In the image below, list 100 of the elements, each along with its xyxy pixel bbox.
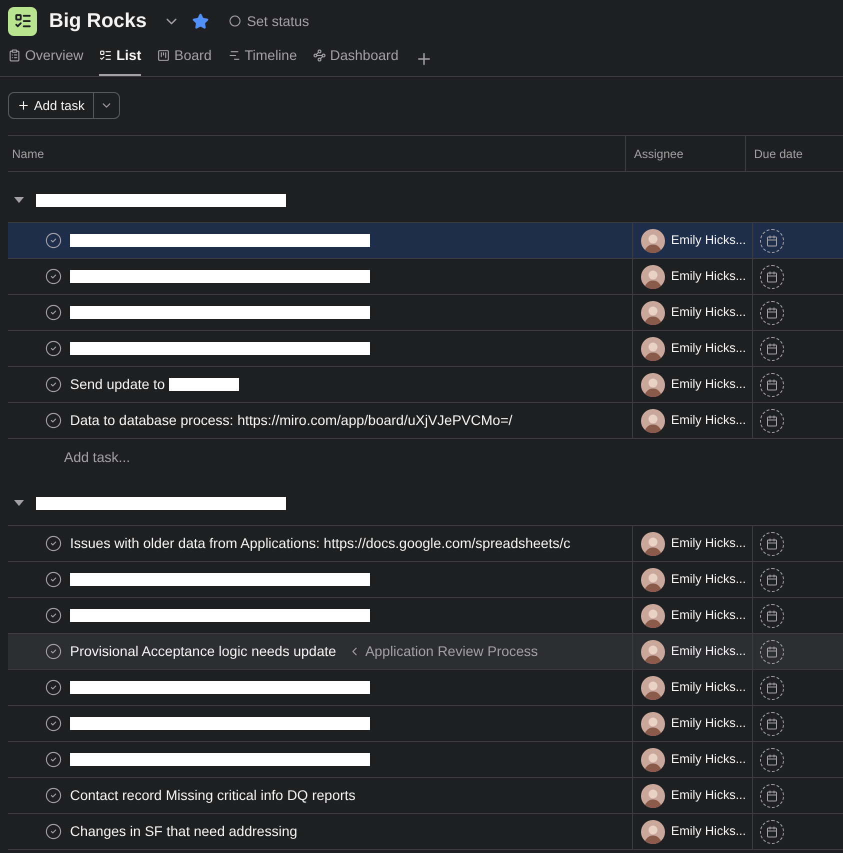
task-row[interactable]: Contact record Missing critical info DQ reports Emily Hicks... [8, 778, 843, 814]
project-icon[interactable] [8, 6, 37, 36]
calendar-icon [766, 610, 778, 622]
complete-check-icon[interactable] [45, 268, 62, 285]
complete-check-icon[interactable] [45, 571, 62, 588]
task-title[interactable]: Provisional Acceptance logic needs update [70, 641, 336, 662]
task-row[interactable]: Emily Hicks... [8, 331, 843, 367]
avatar-icon [641, 264, 665, 288]
due-date-button[interactable] [760, 372, 784, 396]
calendar-icon [766, 682, 778, 694]
add-task-link[interactable]: Add task... [64, 446, 130, 468]
task-row[interactable]: Issues with older data from Applications: https://docs.google.com/spreadsheets/c Emily Hicks... [8, 526, 843, 562]
task-row[interactable]: Send update to Emily Hicks... [8, 367, 843, 403]
avatar-icon [641, 784, 665, 808]
due-date-button[interactable] [760, 568, 784, 592]
view-tab[interactable]: Board [157, 45, 212, 76]
due-date-button[interactable] [760, 408, 784, 432]
add-task-button[interactable]: Add task [9, 93, 94, 118]
calendar-icon [766, 342, 778, 354]
complete-check-icon[interactable] [45, 340, 62, 357]
task-row[interactable]: Data to database process: https://miro.com/app/board/uXjVJePVCMo=/ Emily Hicks... [8, 403, 843, 439]
project-title: Big Rocks [49, 9, 147, 34]
task-row[interactable]: Emily Hicks... [8, 706, 843, 742]
assignee-name[interactable]: Emily Hicks... [671, 642, 746, 661]
assignee-name[interactable]: Emily Hicks... [671, 231, 746, 250]
task-row[interactable]: Changes in SF that need addressing Emily Hicks... [8, 814, 843, 850]
star-icon[interactable] [192, 12, 209, 30]
task-title[interactable]: Changes in SF that need addressing [70, 821, 298, 842]
set-status-button[interactable]: Set status [228, 10, 310, 32]
complete-check-icon[interactable] [45, 607, 62, 624]
due-date-button[interactable] [760, 264, 784, 288]
task-row[interactable]: Emily Hicks... [8, 562, 843, 598]
column-header[interactable]: Name [12, 144, 44, 162]
calendar-icon [766, 826, 778, 838]
due-date-button[interactable] [760, 336, 784, 360]
assignee-name[interactable]: Emily Hicks... [671, 714, 746, 733]
avatar-icon [641, 820, 665, 844]
complete-check-icon[interactable] [45, 412, 62, 429]
complete-check-icon[interactable] [45, 715, 62, 732]
task-title[interactable]: Issues with older data from Applications: https://docs.google.com/spreadsheets/c [70, 533, 570, 554]
assignee-name[interactable]: Emily Hicks... [671, 411, 746, 430]
task-row[interactable]: Emily Hicks... [8, 295, 843, 331]
complete-check-icon[interactable] [45, 304, 62, 321]
assignee-name[interactable]: Emily Hicks... [671, 303, 746, 322]
assignee-name[interactable]: Emily Hicks... [671, 534, 746, 553]
view-tab[interactable]: List [99, 45, 142, 76]
column-header[interactable]: Due date [754, 144, 803, 162]
complete-check-icon[interactable] [45, 823, 62, 840]
due-date-button[interactable] [760, 532, 784, 556]
collapse-triangle-icon[interactable] [14, 500, 24, 506]
task-row[interactable]: Emily Hicks... [8, 259, 843, 295]
board-icon [157, 49, 170, 62]
avatar-icon [641, 300, 665, 324]
calendar-icon [766, 234, 778, 246]
task-title[interactable]: Data to database process: https://miro.com/app/board/uXjVJePVCMo=/ [70, 410, 512, 431]
complete-check-icon[interactable] [45, 232, 62, 249]
due-date-button[interactable] [760, 604, 784, 628]
view-tab[interactable]: Timeline [228, 45, 297, 76]
due-date-button[interactable] [760, 748, 784, 772]
avatar-icon [641, 712, 665, 736]
nodes-icon [313, 49, 326, 62]
complete-check-icon[interactable] [45, 751, 62, 768]
list-icon [99, 49, 112, 62]
calendar-icon [766, 754, 778, 766]
task-row[interactable]: Emily Hicks... [8, 742, 843, 778]
task-row[interactable]: Provisional Acceptance logic needs update Application Review Process Emily Hicks... [8, 634, 843, 670]
due-date-button[interactable] [760, 820, 784, 844]
avatar-icon [641, 676, 665, 700]
due-date-button[interactable] [760, 640, 784, 664]
parent-task-link[interactable]: Application Review Process [348, 641, 538, 662]
task-row[interactable]: Emily Hicks... [8, 670, 843, 706]
assignee-name[interactable]: Emily Hicks... [671, 375, 746, 394]
task-row[interactable]: Emily Hicks... [8, 223, 843, 259]
task-title[interactable]: Contact record Missing critical info DQ reports [70, 785, 356, 806]
assignee-name[interactable]: Emily Hicks... [671, 606, 746, 625]
due-date-button[interactable] [760, 712, 784, 736]
collapse-triangle-icon[interactable] [14, 197, 24, 203]
avatar-icon [641, 604, 665, 628]
assignee-name[interactable]: Emily Hicks... [671, 750, 746, 769]
due-date-button[interactable] [760, 676, 784, 700]
due-date-button[interactable] [760, 228, 784, 252]
assignee-name[interactable]: Emily Hicks... [671, 570, 746, 589]
column-header[interactable]: Assignee [634, 144, 684, 162]
assignee-name[interactable]: Emily Hicks... [671, 822, 746, 841]
due-date-button[interactable] [760, 784, 784, 808]
complete-check-icon[interactable] [45, 643, 62, 660]
task-title[interactable]: Send update to [70, 374, 165, 395]
assignee-name[interactable]: Emily Hicks... [671, 339, 746, 358]
view-tab[interactable]: Dashboard [313, 45, 398, 76]
timeline-icon [228, 49, 241, 62]
view-tab[interactable]: Overview [8, 45, 84, 76]
assignee-name[interactable]: Emily Hicks... [671, 786, 746, 805]
complete-check-icon[interactable] [45, 535, 62, 552]
assignee-name[interactable]: Emily Hicks... [671, 267, 746, 286]
complete-check-icon[interactable] [45, 787, 62, 804]
complete-check-icon[interactable] [45, 376, 62, 393]
complete-check-icon[interactable] [45, 679, 62, 696]
due-date-button[interactable] [760, 300, 784, 324]
assignee-name[interactable]: Emily Hicks... [671, 678, 746, 697]
avatar-icon [641, 336, 665, 360]
